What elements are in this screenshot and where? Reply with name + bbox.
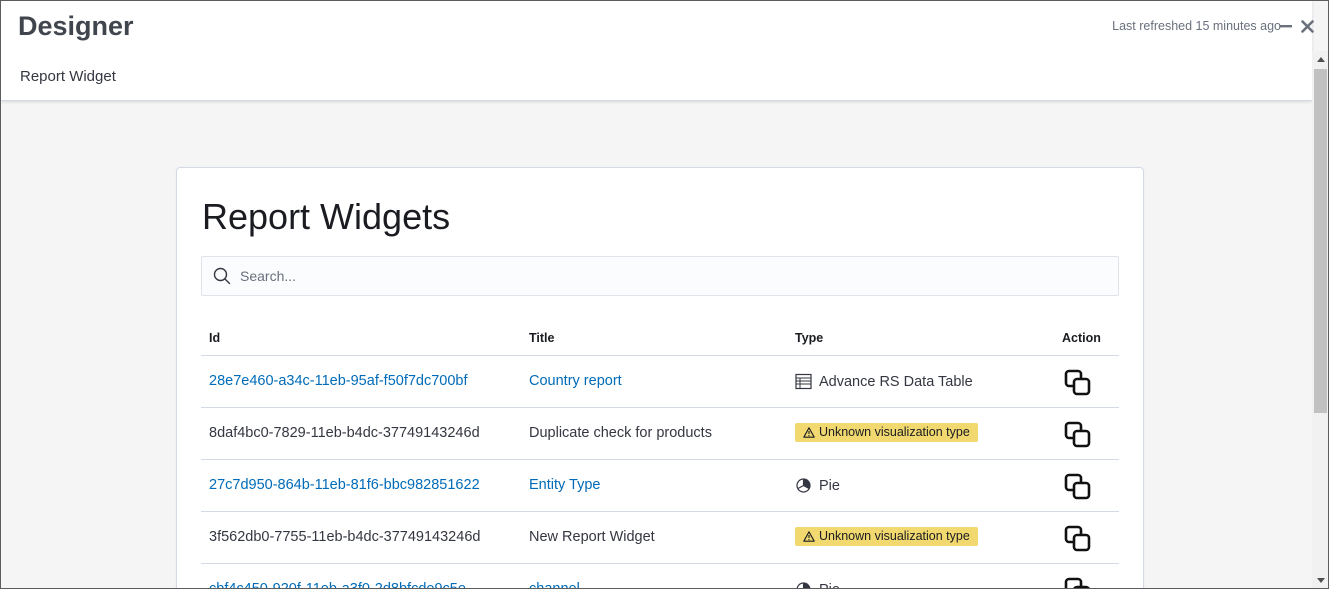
close-button[interactable]: [1298, 15, 1316, 37]
clone-button[interactable]: [1063, 576, 1093, 588]
column-header-action: Action: [1062, 331, 1101, 345]
minimize-button[interactable]: [1277, 15, 1295, 37]
column-header-type[interactable]: Type: [795, 331, 823, 345]
app-title: Designer: [18, 11, 134, 41]
clone-icon: [1064, 421, 1091, 448]
scroll-down-arrow-icon[interactable]: [1312, 572, 1328, 588]
scrollbar-thumb[interactable]: [1314, 69, 1327, 413]
table-icon: [795, 373, 812, 390]
widget-type-label: Advance RS Data Table: [819, 373, 973, 390]
report-widgets-panel: Report Widgets Id Title Type Action 28e7…: [176, 167, 1144, 589]
minimize-icon: [1280, 25, 1292, 28]
table-row: 8daf4bc0-7829-11eb-b4dc-37749143246d Dup…: [201, 408, 1119, 460]
column-header-id[interactable]: Id: [209, 331, 220, 345]
clone-icon: [1064, 473, 1091, 500]
close-icon: [1300, 19, 1314, 33]
badge-label: Unknown visualization type: [819, 529, 970, 543]
designer-window: Designer Report Widget Last refreshed 15…: [0, 0, 1329, 589]
widget-id-link[interactable]: 27c7d950-864b-11eb-81f6-bbc982851622: [209, 477, 480, 493]
vertical-scrollbar[interactable]: [1312, 51, 1328, 588]
warning-icon: [803, 530, 815, 542]
page-title: Report Widgets: [202, 196, 451, 237]
clone-button[interactable]: [1063, 524, 1093, 554]
widget-id: 8daf4bc0-7829-11eb-b4dc-37749143246d: [209, 425, 480, 441]
clone-button[interactable]: [1063, 420, 1093, 450]
clone-icon: [1064, 369, 1091, 396]
widget-type: Pie: [795, 581, 840, 589]
last-refreshed-text: Last refreshed 15 minutes ago: [1112, 19, 1281, 33]
scroll-up-arrow-icon[interactable]: [1312, 51, 1328, 67]
widget-title-link[interactable]: Country report: [529, 373, 622, 389]
search-box[interactable]: [201, 256, 1119, 296]
widget-id-link[interactable]: 28e7e460-a34c-11eb-95af-f50f7dc700bf: [209, 373, 468, 389]
badge-label: Unknown visualization type: [819, 425, 970, 439]
pie-icon: [796, 478, 811, 493]
warning-icon: [803, 426, 815, 438]
clone-button[interactable]: [1063, 472, 1093, 502]
search-icon: [213, 267, 231, 285]
table-row: 28e7e460-a34c-11eb-95af-f50f7dc700bf Cou…: [201, 356, 1119, 408]
clone-button[interactable]: [1063, 368, 1093, 398]
column-header-title[interactable]: Title: [529, 331, 554, 345]
table-header-row: Id Title Type Action: [201, 320, 1119, 356]
unknown-type-badge: Unknown visualization type: [795, 527, 978, 546]
widget-title-link[interactable]: Entity Type: [529, 477, 600, 493]
widget-type: Advance RS Data Table: [795, 373, 973, 390]
widgets-table: Id Title Type Action 28e7e460-a34c-11eb-…: [201, 320, 1119, 589]
clone-icon: [1064, 525, 1091, 552]
breadcrumb[interactable]: Report Widget: [20, 68, 116, 85]
app-header: Designer Report Widget: [1, 1, 1312, 101]
pie-icon: [796, 582, 811, 588]
widget-title: New Report Widget: [529, 529, 655, 545]
unknown-type-badge: Unknown visualization type: [795, 423, 978, 442]
table-row: 27c7d950-864b-11eb-81f6-bbc982851622 Ent…: [201, 460, 1119, 512]
widget-type: Pie: [795, 477, 840, 494]
clone-icon: [1064, 577, 1090, 588]
table-row: cbf4c450-920f-11eb-a3f0-2d8bfcde9c5e cha…: [201, 564, 1119, 589]
widget-title: Duplicate check for products: [529, 425, 712, 441]
widget-type-label: Pie: [819, 582, 840, 589]
widget-type-label: Pie: [819, 477, 840, 494]
widget-id-link[interactable]: cbf4c450-920f-11eb-a3f0-2d8bfcde9c5e: [209, 581, 466, 588]
search-input[interactable]: [240, 257, 1110, 295]
widget-id: 3f562db0-7755-11eb-b4dc-37749143246d: [209, 529, 481, 545]
widget-title-link[interactable]: channel: [529, 581, 580, 588]
table-row: 3f562db0-7755-11eb-b4dc-37749143246d New…: [201, 512, 1119, 564]
